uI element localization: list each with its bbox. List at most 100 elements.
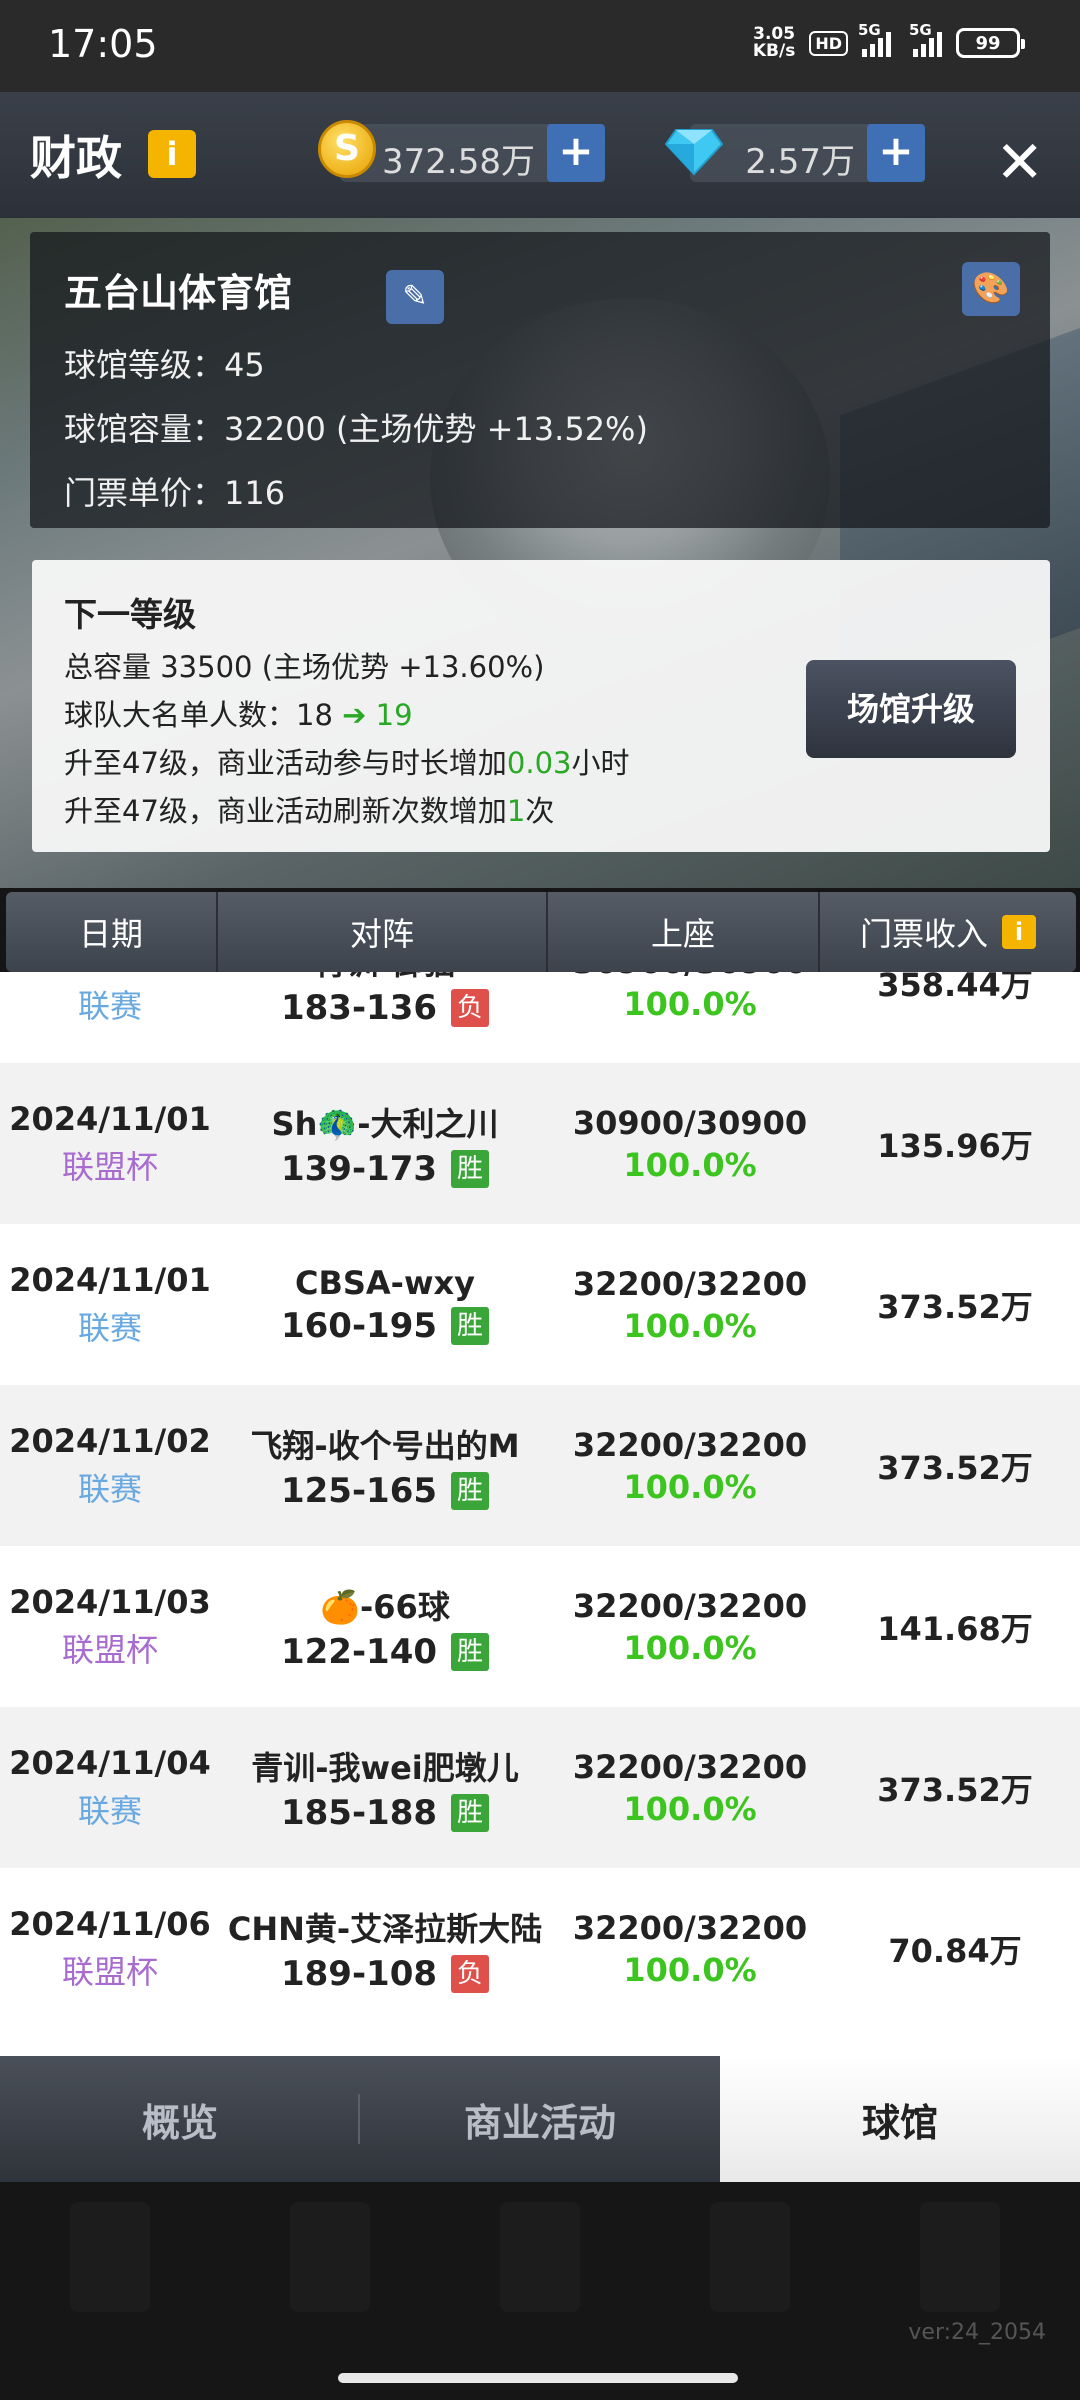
status-icons: 3.05 KB/s HD 5G 5G 99: [752, 21, 1025, 61]
result-badge: 胜: [451, 1149, 490, 1188]
match-type: 联盟杯: [61, 1630, 158, 1669]
attendance-cell: 32200/32200 100.0%: [550, 1385, 830, 1546]
match-date: 2024/11/01: [9, 1260, 211, 1299]
match-cell: 🍊-66球 122-140 胜: [220, 1546, 550, 1707]
table-row[interactable]: 2024/11/01 联赛 CBSA-wxy 160-195 胜 32200/32200 1…: [0, 1224, 1080, 1385]
date-cell: 2024/11/06 联盟杯: [0, 1868, 220, 2029]
table-header: 日期 对阵 上座 门票收入 i: [6, 892, 1076, 972]
match-date: 2024/11/04: [9, 1743, 211, 1782]
attendance-value: 32200/32200: [572, 1264, 808, 1303]
income-cell: 70.84万: [888, 1931, 1022, 1970]
date-cell: 2024/11/01 联赛: [0, 1224, 220, 1385]
signal-icon-2: 5G: [909, 21, 942, 57]
match-score: 183-136: [280, 987, 438, 1028]
match-type: 联盟杯: [61, 1952, 158, 1991]
attendance-percent: 100.0%: [623, 1145, 757, 1184]
opponent-name: CHN黄-艾泽拉斯大陆: [227, 1909, 543, 1948]
table-row[interactable]: 2024/11/03 联盟杯 🍊-66球 122-140 胜 32200/32200 100…: [0, 1546, 1080, 1707]
attendance-percent: 100.0%: [623, 1467, 757, 1506]
tab-business[interactable]: 商业活动: [360, 2056, 720, 2182]
diamond-icon: [664, 129, 724, 176]
table-row[interactable]: 2024/11/01 联盟杯 Sh🦚-大利之川 139-173 胜 30900/30900…: [0, 1063, 1080, 1224]
stadium-info-card: 五台山体育馆 ✎ 🎨 球馆等级：45 球馆容量：32200 (主场优势 +13.…: [30, 232, 1050, 528]
finance-header: 财政 i S 372.58万 + 2.57万 + ✕: [0, 92, 1080, 218]
palette-icon[interactable]: 🎨: [962, 262, 1020, 316]
status-bar: 17:05 3.05 KB/s HD 5G 5G 99: [0, 0, 1080, 92]
stadium-name: 五台山体育馆: [64, 271, 293, 315]
match-date: 2024/11/06: [9, 1904, 211, 1943]
status-time: 17:05: [48, 22, 158, 66]
match-type: 联赛: [77, 1469, 142, 1508]
version-label: ver:24_2054: [908, 2320, 1046, 2345]
match-score: 185-188: [280, 1792, 438, 1833]
match-date: 2024/11/03: [9, 1582, 211, 1621]
match-type: 联赛: [77, 1791, 142, 1830]
col-date: 日期: [6, 892, 218, 972]
next-level-duration: 升至47级，商业活动参与时长增加0.03小时: [64, 746, 630, 780]
table-row[interactable]: 2024/11/04 联赛 青训-我wei肥墩儿 185-188 胜 32200/3220…: [0, 1707, 1080, 1868]
gold-value: 372.58万: [382, 142, 535, 182]
match-score: 189-108: [280, 1953, 438, 1994]
col-match: 对阵: [218, 892, 548, 972]
match-score: 160-195: [280, 1305, 438, 1346]
attendance-percent: 100.0%: [623, 984, 757, 1023]
match-table[interactable]: 2024/10/30 联赛 青训-御猫 183-136 负 30900/30900 100.…: [0, 972, 1080, 2056]
attendance-cell: 30900/30900 100.0%: [550, 972, 830, 1063]
close-button[interactable]: ✕: [995, 128, 1044, 196]
add-diamond-button[interactable]: +: [867, 124, 925, 182]
income-cell: 135.96万: [877, 1126, 1033, 1165]
add-gold-button[interactable]: +: [547, 124, 605, 182]
match-type: 联赛: [77, 986, 142, 1025]
match-cell: 飞翔-收个号出的M 125-165 胜: [220, 1385, 550, 1546]
result-badge: 负: [451, 988, 490, 1027]
attendance-cell: 30900/30900100.0%: [550, 1063, 830, 1224]
attendance-cell: 32200/32200 100.0%: [550, 1224, 830, 1385]
table-rows: 2024/10/30 联赛 青训-御猫 183-136 负 30900/30900 100.…: [0, 972, 1080, 2029]
table-row[interactable]: 2024/10/30 联赛 青训-御猫 183-136 负 30900/30900 100.…: [0, 972, 1080, 1063]
edit-icon[interactable]: ✎: [386, 270, 444, 324]
next-level-refresh: 升至47级，商业活动刷新次数增加1次: [64, 794, 555, 828]
bottom-nav-blurred: ver:24_2054: [0, 2182, 1080, 2400]
hd-icon: HD: [809, 30, 848, 56]
next-level-heading: 下一等级: [64, 595, 196, 634]
opponent-name: 青训-御猫: [314, 972, 455, 984]
match-date: 2024/10/30: [9, 972, 211, 977]
date-cell: 2024/11/04 联赛: [0, 1707, 220, 1868]
match-cell: Sh🦚-大利之川 139-173 胜: [220, 1063, 550, 1224]
next-level-capacity: 总容量 33500 (主场优势 +13.60%): [64, 650, 545, 684]
attendance-cell: 32200/32200 100.0%: [550, 1868, 830, 2029]
page-title: 财政: [30, 131, 122, 185]
attendance-percent: 100.0%: [623, 1950, 757, 1989]
col-income: 门票收入 i: [820, 892, 1076, 972]
stadium-level: 球馆等级：45: [64, 346, 265, 384]
battery-icon: 99: [956, 28, 1025, 58]
opponent-name: Sh🦚-大利之川: [271, 1104, 499, 1143]
opponent-name: 🍊-66球: [320, 1587, 450, 1626]
match-score: 122-140: [280, 1631, 438, 1672]
attendance-value: 32200/32200: [572, 1586, 808, 1625]
table-row[interactable]: 2024/11/02 联赛 飞翔-收个号出的M 125-165 胜 32200/32200…: [0, 1385, 1080, 1546]
arrow-right-icon: ➔: [342, 698, 367, 732]
tab-bar: 概览 商业活动 球馆: [0, 2056, 1080, 2182]
date-cell: 2024/11/02 联赛: [0, 1385, 220, 1546]
info-icon[interactable]: i: [148, 130, 196, 178]
attendance-percent: 100.0%: [623, 1789, 757, 1828]
info-icon[interactable]: i: [1002, 915, 1036, 949]
home-indicator[interactable]: [338, 2373, 738, 2383]
tab-stadium[interactable]: 球馆: [720, 2056, 1080, 2182]
table-row[interactable]: 2024/11/06 联盟杯 CHN黄-艾泽拉斯大陆 189-108 负 32200/32…: [0, 1868, 1080, 2029]
match-cell: 青训-我wei肥墩儿 185-188 胜: [220, 1707, 550, 1868]
diamond-value: 2.57万: [745, 142, 855, 182]
attendance-value: 32200/32200: [572, 1908, 808, 1947]
result-badge: 胜: [451, 1471, 490, 1510]
col-attendance: 上座: [548, 892, 820, 972]
tab-overview[interactable]: 概览: [0, 2056, 360, 2182]
match-score: 125-165: [280, 1470, 438, 1511]
attendance-value: 30900/30900: [573, 972, 807, 981]
income-cell: 373.52万: [877, 1770, 1033, 1809]
income-cell: 358.44万: [877, 972, 1033, 1004]
match-date: 2024/11/01: [9, 1099, 211, 1138]
upgrade-stadium-button[interactable]: 场馆升级: [806, 660, 1016, 758]
match-score: 139-173: [280, 1148, 438, 1189]
network-speed: 3.05 KB/s: [752, 24, 796, 61]
